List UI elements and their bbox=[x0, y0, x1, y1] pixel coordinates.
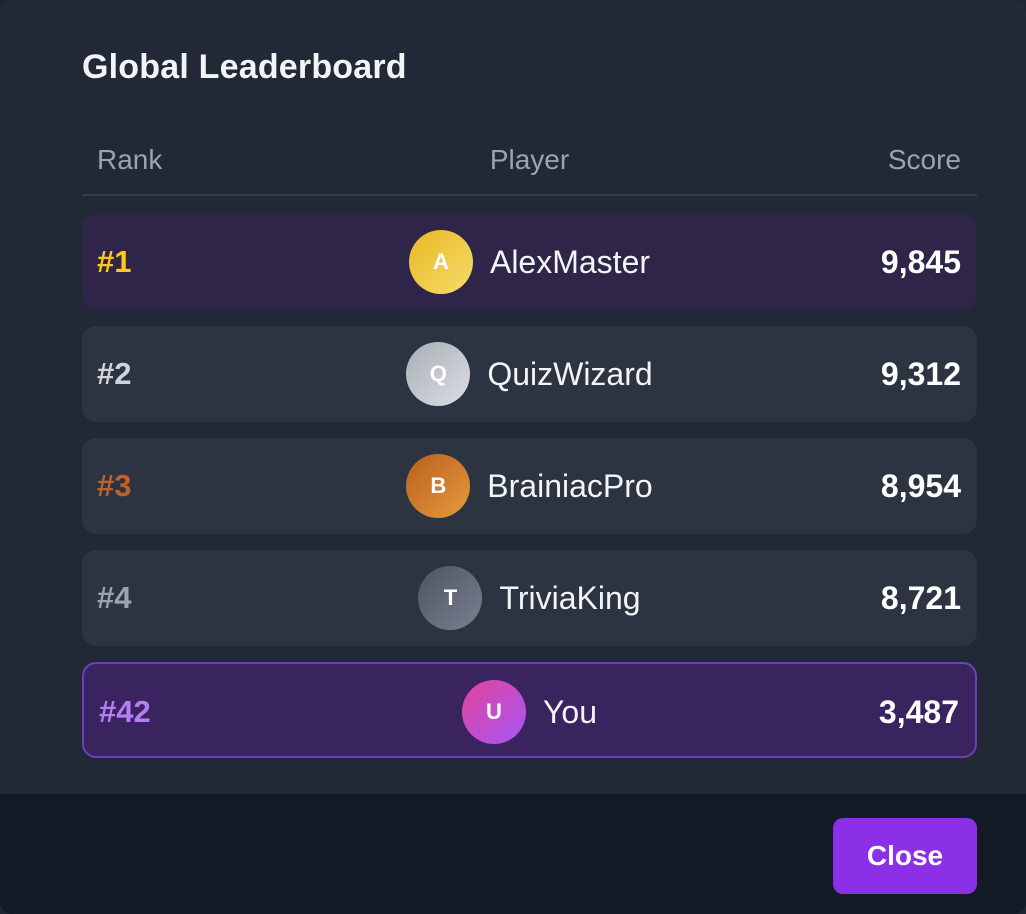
player-name: You bbox=[543, 693, 597, 730]
header-score: Score bbox=[887, 144, 961, 175]
leaderboard-row: #3 B BrainiacPro 8,954 bbox=[82, 438, 977, 534]
player-name: QuizWizard bbox=[487, 355, 653, 392]
player-cell: U You bbox=[84, 664, 975, 760]
leaderboard-list: #1 A AlexMaster 9,845 #2 Q QuizWizard 9,… bbox=[82, 214, 977, 774]
score-value: 8,954 bbox=[880, 468, 961, 504]
avatar: A bbox=[408, 230, 473, 294]
score-value: 8,721 bbox=[880, 580, 961, 616]
table-header: Rank Player Score bbox=[82, 138, 977, 196]
player-cell: Q QuizWizard bbox=[82, 326, 977, 422]
header-player: Player bbox=[489, 144, 570, 175]
current-user-row: #42 U You 3,487 bbox=[82, 662, 977, 758]
close-button[interactable]: Close bbox=[833, 818, 977, 894]
player-name: AlexMaster bbox=[489, 243, 651, 280]
leaderboard-modal: Global Leaderboard Rank Player Score #1 … bbox=[0, 0, 1026, 914]
modal-title: Global Leaderboard bbox=[82, 48, 407, 86]
avatar: Q bbox=[406, 342, 471, 406]
score-value: 3,487 bbox=[878, 694, 959, 730]
leaderboard-row: #4 T TriviaKing 8,721 bbox=[82, 550, 977, 646]
player-cell: B BrainiacPro bbox=[82, 438, 977, 534]
player-cell: T TriviaKing bbox=[82, 550, 977, 646]
modal-footer: Close bbox=[0, 794, 1026, 914]
player-name: BrainiacPro bbox=[487, 467, 653, 504]
avatar: T bbox=[418, 566, 483, 630]
player-cell: A AlexMaster bbox=[82, 214, 977, 310]
avatar: B bbox=[406, 454, 471, 518]
avatar: U bbox=[462, 680, 526, 744]
leaderboard-row: #2 Q QuizWizard 9,312 bbox=[82, 326, 977, 422]
score-value: 9,312 bbox=[880, 356, 961, 392]
player-name: TriviaKing bbox=[499, 579, 641, 616]
score-value: 9,845 bbox=[880, 244, 961, 280]
leaderboard-row: #1 A AlexMaster 9,845 bbox=[82, 214, 977, 310]
